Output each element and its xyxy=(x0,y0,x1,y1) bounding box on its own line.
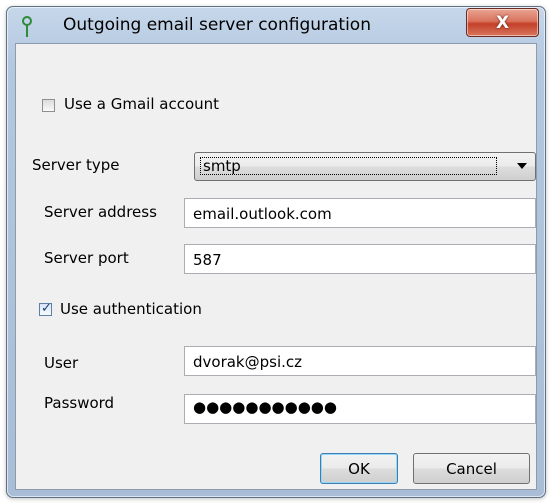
dialog-window: Outgoing email server configuration X Us… xyxy=(6,6,546,498)
gmail-label[interactable]: Use a Gmail account xyxy=(64,95,219,113)
server-port-input[interactable]: 587 xyxy=(184,244,536,274)
dialog-content: Use a Gmail account Server type smtp Ser… xyxy=(15,43,537,490)
server-address-input[interactable]: email.outlook.com xyxy=(184,198,536,228)
user-input[interactable]: dvorak@psi.cz xyxy=(184,346,536,376)
server-type-value: smtp xyxy=(203,157,241,175)
gmail-checkbox[interactable] xyxy=(42,99,55,112)
password-input[interactable]: ●●●●●●●●●●● xyxy=(184,394,536,424)
check-icon: ✓ xyxy=(41,301,52,316)
server-type-label: Server type xyxy=(32,156,120,174)
authentication-checkbox[interactable]: ✓ xyxy=(39,301,52,316)
server-port-value: 587 xyxy=(193,251,222,269)
password-label: Password xyxy=(44,394,115,412)
pin-icon xyxy=(22,16,32,37)
close-button[interactable]: X xyxy=(466,8,539,37)
title-bar[interactable]: Outgoing email server configuration X xyxy=(7,7,545,43)
user-label: User xyxy=(44,354,79,372)
focus-rect xyxy=(200,157,497,175)
server-port-label: Server port xyxy=(44,249,129,267)
user-value: dvorak@psi.cz xyxy=(193,353,303,371)
password-value: ●●●●●●●●●●● xyxy=(193,398,337,416)
server-address-label: Server address xyxy=(44,203,157,221)
cancel-button[interactable]: Cancel xyxy=(413,453,530,484)
chevron-down-icon[interactable] xyxy=(517,163,527,169)
ok-button[interactable]: OK xyxy=(320,453,398,484)
server-type-select[interactable]: smtp xyxy=(194,152,536,181)
server-address-value: email.outlook.com xyxy=(193,205,332,223)
window-title: Outgoing email server configuration xyxy=(63,15,371,35)
close-icon: X xyxy=(495,12,510,33)
authentication-label[interactable]: Use authentication xyxy=(60,300,202,318)
